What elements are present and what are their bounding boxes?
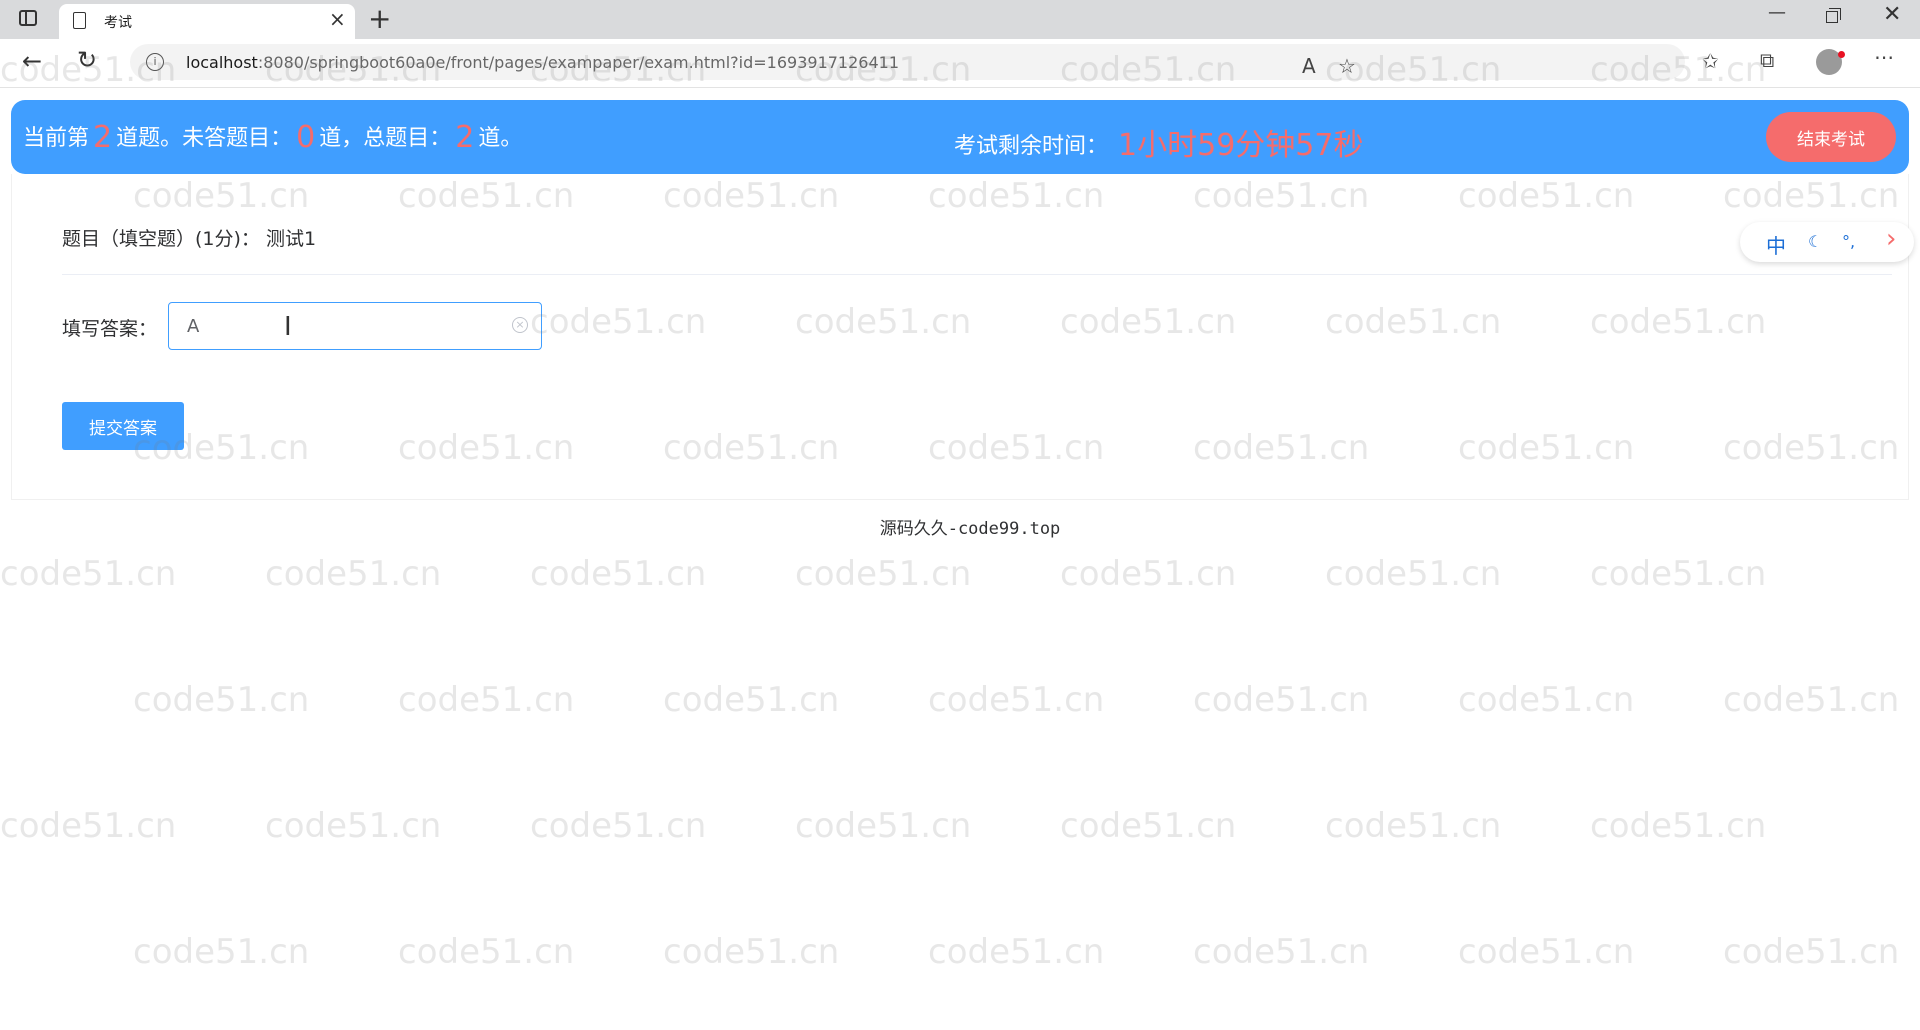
watermark: code51.cn: [530, 554, 707, 594]
read-aloud-icon[interactable]: A: [1302, 54, 1316, 78]
watermark: code51.cn: [265, 806, 442, 846]
reload-icon[interactable]: ↻: [77, 46, 97, 74]
watermark: code51.cn: [1723, 932, 1900, 972]
total-label: 道，总题目：: [319, 126, 452, 151]
text-cursor-icon: Ⅰ: [284, 312, 292, 342]
address-bar-row: ← ↻ i localhost:8080/springboot60a0e/fro…: [0, 39, 1920, 88]
question-title: 题目（填空题）(1分)： 测试1: [62, 228, 317, 250]
ime-punctuation-icon[interactable]: °,: [1842, 232, 1855, 251]
sidebar-toggle-icon[interactable]: [19, 10, 37, 26]
watermark: code51.cn: [265, 554, 442, 594]
watermark: code51.cn: [1458, 932, 1635, 972]
total-suffix: 道。: [478, 126, 523, 151]
divider: [62, 274, 1892, 275]
unanswered-label: 道题。未答题目：: [116, 126, 293, 151]
watermark: code51.cn: [1060, 554, 1237, 594]
tab-close-icon[interactable]: ×: [329, 8, 346, 30]
watermark: code51.cn: [928, 680, 1105, 720]
page-icon: [73, 12, 86, 29]
exam-timer: 考试剩余时间： 1小时59分钟57秒: [954, 120, 1363, 164]
unanswered-count: 0: [296, 120, 316, 155]
watermark: code51.cn: [398, 932, 575, 972]
watermark: code51.cn: [1193, 680, 1370, 720]
watermark: code51.cn: [530, 806, 707, 846]
end-exam-button[interactable]: 结束考试: [1766, 112, 1896, 162]
collections-icon[interactable]: ⧉: [1760, 48, 1774, 72]
favorites-icon[interactable]: ✩: [1702, 49, 1719, 73]
watermark: code51.cn: [663, 680, 840, 720]
watermark: code51.cn: [1590, 554, 1767, 594]
timer-value: 1小时59分钟57秒: [1118, 128, 1364, 163]
ime-expand-arrow-icon[interactable]: ›: [1886, 224, 1896, 254]
watermark: code51.cn: [1325, 554, 1502, 594]
back-arrow-icon[interactable]: ←: [22, 47, 42, 75]
tab-title: 考试: [104, 15, 132, 31]
close-window-button[interactable]: ✕: [1883, 2, 1901, 27]
watermark: code51.cn: [133, 932, 310, 972]
progress-prefix: 当前第: [23, 126, 90, 151]
watermark: code51.cn: [0, 554, 177, 594]
favorite-add-icon[interactable]: ☆: [1338, 54, 1356, 78]
new-tab-button[interactable]: +: [368, 2, 391, 36]
exam-progress: 当前第 2 道题。未答题目： 0 道，总题目： 2 道。: [23, 120, 522, 155]
current-question-number: 2: [93, 120, 113, 155]
restore-button[interactable]: [1826, 8, 1841, 23]
notification-dot: [1838, 51, 1845, 58]
url-text[interactable]: localhost:8080/springboot60a0e/front/pag…: [186, 53, 899, 72]
watermark: code51.cn: [133, 680, 310, 720]
url-host: localhost: [186, 53, 258, 72]
watermark: code51.cn: [663, 932, 840, 972]
browser-tab-bar: 考试 × + — ✕: [0, 0, 1920, 39]
ime-toolbar: 中 ☾ °, ›: [1740, 222, 1914, 262]
watermark: code51.cn: [1060, 806, 1237, 846]
watermark: code51.cn: [1590, 806, 1767, 846]
browser-tab[interactable]: 考试 ×: [59, 4, 355, 39]
watermark: code51.cn: [1325, 806, 1502, 846]
question-card: 题目（填空题）(1分)： 测试1 填写答案： × Ⅰ 提交答案: [11, 174, 1909, 500]
watermark: code51.cn: [795, 554, 972, 594]
watermark: code51.cn: [398, 680, 575, 720]
footer-text: 源码久久-code99.top: [879, 519, 1061, 539]
url-path: :8080/springboot60a0e/front/pages/exampa…: [257, 53, 900, 72]
watermark: code51.cn: [0, 806, 177, 846]
watermark: code51.cn: [928, 932, 1105, 972]
more-options-icon[interactable]: ⋯: [1874, 45, 1894, 69]
exam-status-bar: 当前第 2 道题。未答题目： 0 道，总题目： 2 道。 考试剩余时间： 1小时59分钟57秒…: [11, 100, 1909, 174]
watermark: code51.cn: [1193, 932, 1370, 972]
answer-label: 填写答案：: [62, 318, 158, 340]
ime-chinese-mode-icon[interactable]: 中: [1766, 230, 1786, 259]
ime-halfwidth-icon[interactable]: ☾: [1808, 232, 1822, 251]
answer-input[interactable]: [168, 302, 542, 350]
address-bar[interactable]: i localhost:8080/springboot60a0e/front/p…: [130, 44, 1685, 80]
watermark: code51.cn: [1723, 680, 1900, 720]
submit-answer-button[interactable]: 提交答案: [62, 402, 184, 450]
minimize-button[interactable]: —: [1768, 2, 1786, 23]
site-info-icon[interactable]: i: [146, 53, 164, 71]
clear-input-icon[interactable]: ×: [512, 317, 528, 333]
timer-label: 考试剩余时间：: [954, 134, 1109, 159]
total-count: 2: [455, 120, 475, 155]
watermark: code51.cn: [795, 806, 972, 846]
watermark: code51.cn: [1458, 680, 1635, 720]
